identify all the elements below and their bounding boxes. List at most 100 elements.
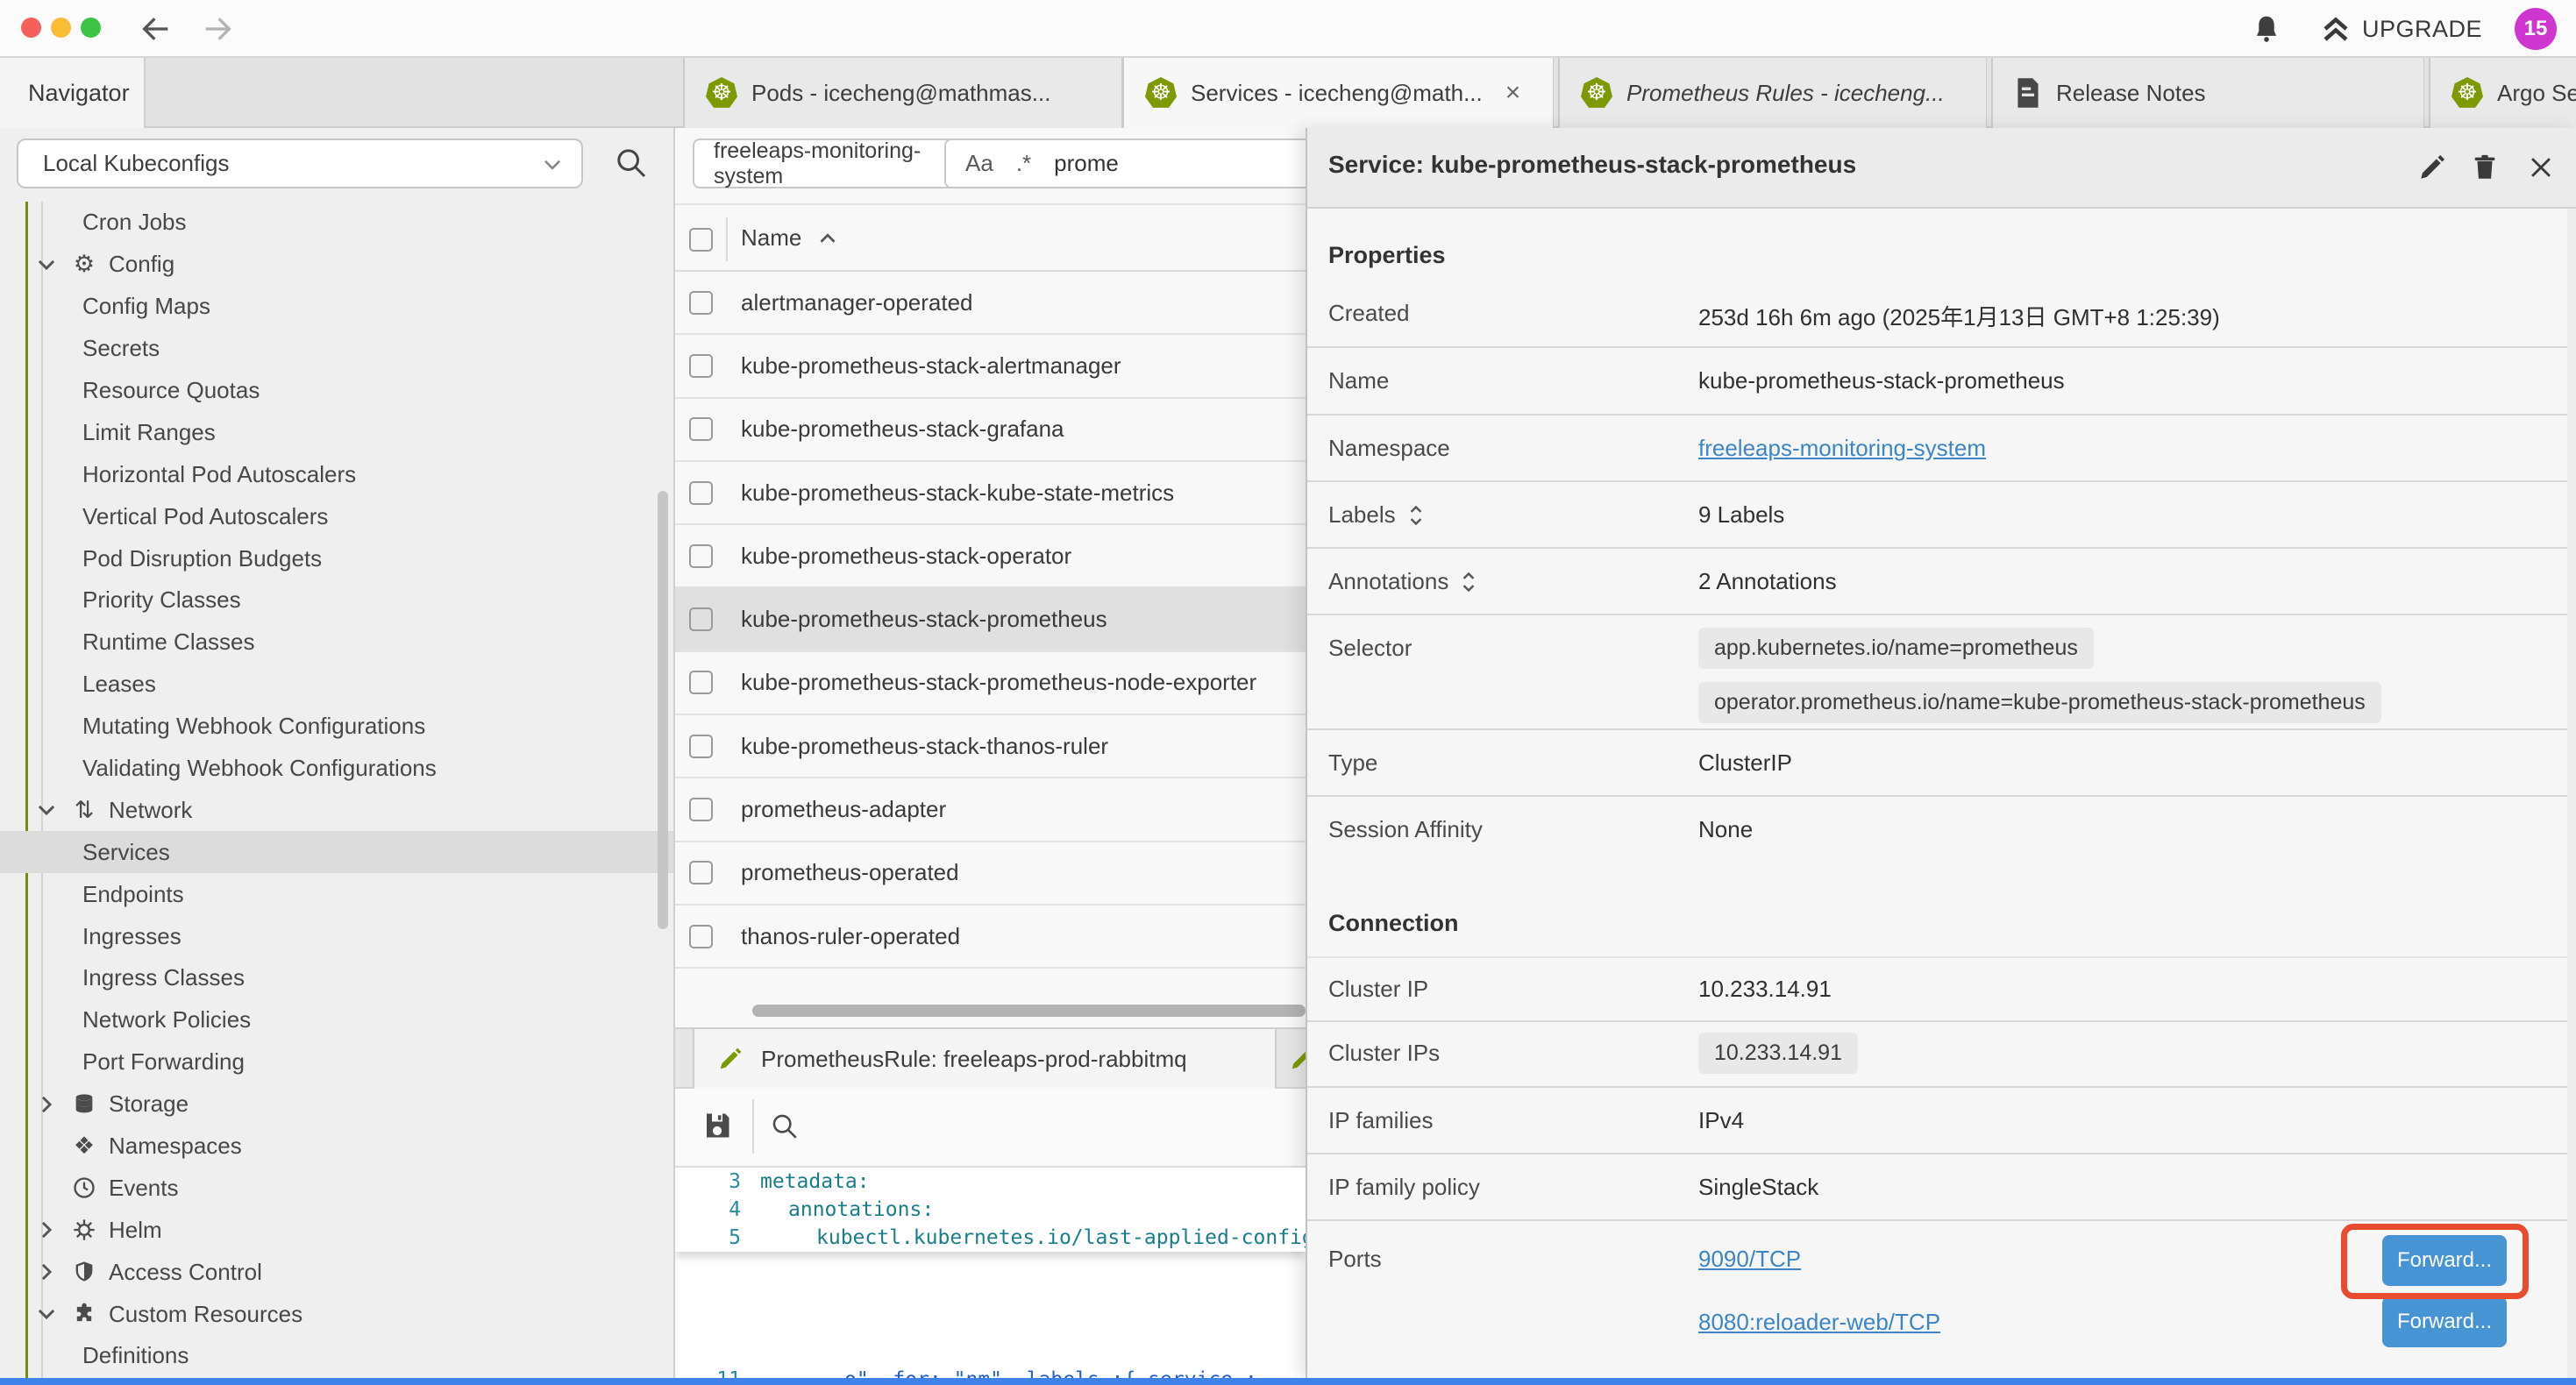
row-checkbox[interactable] bbox=[689, 481, 713, 505]
sidebar-group-helm[interactable]: Helm bbox=[0, 1209, 675, 1251]
sidebar-item-leases[interactable]: Leases bbox=[0, 664, 675, 706]
table-row[interactable]: kube-prometheus-stack-kube-state-metrics bbox=[675, 462, 1306, 525]
row-checkbox[interactable] bbox=[689, 671, 713, 694]
dock-tab-partial[interactable] bbox=[1278, 1029, 1306, 1089]
navigator-panel-tab[interactable]: Navigator bbox=[0, 58, 146, 128]
layers-icon: ❖ bbox=[68, 1133, 100, 1160]
forward-button-8080[interactable]: Forward... bbox=[2382, 1296, 2507, 1347]
row-checkbox[interactable] bbox=[689, 544, 713, 568]
sidebar-item-vertical-pod-autoscalers[interactable]: Vertical Pod Autoscalers bbox=[0, 495, 675, 537]
sidebar-scrollbar[interactable] bbox=[658, 491, 668, 929]
sidebar-group-network[interactable]: ⇅ Network bbox=[0, 789, 675, 831]
notification-count-badge[interactable]: 15 bbox=[2515, 8, 2557, 50]
sidebar-item-services[interactable]: Services bbox=[0, 831, 675, 873]
tab-services[interactable]: ☸ Services - icecheng@math... × bbox=[1122, 58, 1554, 128]
tab-prometheus-rules[interactable]: ☸ Prometheus Rules - icecheng... bbox=[1558, 58, 1987, 128]
sidebar-item-mutating-webhook-configurations[interactable]: Mutating Webhook Configurations bbox=[0, 706, 675, 748]
yaml-editor[interactable]: 11 o", for: "nm", labels :{ service : 12… bbox=[675, 1166, 1306, 1378]
details-scrollbar-track[interactable] bbox=[2567, 209, 2576, 1378]
sidebar-item-runtime-classes[interactable]: Runtime Classes bbox=[0, 621, 675, 664]
namespace-selector-value: freeleaps-monitoring-system bbox=[714, 138, 962, 189]
back-arrow-icon[interactable] bbox=[139, 11, 174, 46]
sidebar-item-limit-ranges[interactable]: Limit Ranges bbox=[0, 411, 675, 453]
editor-sticky-line: 3 metadata: bbox=[675, 1168, 1306, 1196]
namespace-link[interactable]: freeleaps-monitoring-system bbox=[1698, 435, 1986, 461]
sidebar-item-config-maps[interactable]: Config Maps bbox=[0, 286, 675, 328]
tab-release-notes[interactable]: Release Notes bbox=[1991, 58, 2424, 128]
sidebar-item-validating-webhook-configurations[interactable]: Validating Webhook Configurations bbox=[0, 748, 675, 790]
table-row[interactable]: alertmanager-operated bbox=[675, 272, 1306, 335]
kubeconfig-selector[interactable]: Local Kubeconfigs bbox=[17, 138, 583, 188]
sidebar-group-access-control[interactable]: Access Control bbox=[0, 1251, 675, 1293]
match-case-toggle[interactable]: Aa bbox=[965, 150, 993, 177]
regex-toggle[interactable]: .* bbox=[1016, 150, 1031, 177]
sidebar-item-ingresses[interactable]: Ingresses bbox=[0, 915, 675, 957]
sidebar-item-ingress-classes[interactable]: Ingress Classes bbox=[0, 957, 675, 999]
window-zoom-button[interactable] bbox=[81, 18, 101, 38]
unfold-icon[interactable] bbox=[1406, 502, 1426, 529]
row-checkbox[interactable] bbox=[689, 735, 713, 758]
chevron-right-icon bbox=[35, 1218, 58, 1241]
table-row[interactable]: kube-prometheus-stack-thanos-ruler bbox=[675, 715, 1306, 778]
table-row[interactable]: prometheus-operated bbox=[675, 842, 1306, 906]
select-all-checkbox[interactable] bbox=[689, 228, 713, 252]
search-icon[interactable] bbox=[614, 146, 649, 181]
sidebar-item-secrets[interactable]: Secrets bbox=[0, 328, 675, 370]
sidebar-group-custom-resources[interactable]: Custom Resources bbox=[0, 1293, 675, 1335]
window-minimize-button[interactable] bbox=[51, 18, 71, 38]
sidebar-item-resource-quotas[interactable]: Resource Quotas bbox=[0, 370, 675, 412]
forward-arrow-icon[interactable] bbox=[200, 11, 235, 46]
sidebar-item-port-forwarding[interactable]: Port Forwarding bbox=[0, 1041, 675, 1083]
search-icon[interactable] bbox=[770, 1112, 800, 1141]
table-row[interactable]: kube-prometheus-stack-grafana bbox=[675, 399, 1306, 462]
detail-row-session-affinity: Session Affinity None bbox=[1307, 797, 2576, 863]
sidebar-item-namespaces[interactable]: ❖ Namespaces bbox=[0, 1126, 675, 1168]
filter-input[interactable]: Aa .* prome bbox=[944, 138, 1306, 188]
trash-icon[interactable] bbox=[2470, 153, 2500, 182]
sidebar-item-cron-jobs[interactable]: Cron Jobs bbox=[0, 202, 675, 244]
row-checkbox[interactable] bbox=[689, 417, 713, 441]
chevron-down-icon bbox=[35, 253, 58, 276]
dock-tab-prometheusrule[interactable]: PrometheusRule: freeleaps-prod-rabbitmq bbox=[693, 1029, 1277, 1089]
sidebar-item-pod-disruption-budgets[interactable]: Pod Disruption Budgets bbox=[0, 537, 675, 579]
row-checkbox[interactable] bbox=[689, 861, 713, 884]
horizontal-scrollbar[interactable] bbox=[752, 1005, 1306, 1017]
tab-argo[interactable]: ☸ Argo Se bbox=[2429, 58, 2576, 128]
database-icon bbox=[68, 1092, 100, 1117]
sidebar-item-horizontal-pod-autoscalers[interactable]: Horizontal Pod Autoscalers bbox=[0, 453, 675, 495]
port-link-8080[interactable]: 8080:reloader-web/TCP bbox=[1698, 1309, 1940, 1335]
unfold-icon[interactable] bbox=[1459, 569, 1478, 595]
notifications-bell-icon[interactable] bbox=[2250, 12, 2283, 46]
sidebar-item-priority-classes[interactable]: Priority Classes bbox=[0, 579, 675, 621]
table-row-selected[interactable]: kube-prometheus-stack-prometheus bbox=[675, 588, 1306, 651]
sidebar-item-endpoints[interactable]: Endpoints bbox=[0, 873, 675, 915]
tab-pods[interactable]: ☸ Pods - icecheng@mathmas... bbox=[683, 58, 1122, 128]
row-checkbox[interactable] bbox=[689, 607, 713, 631]
table-row[interactable]: prometheus-adapter bbox=[675, 778, 1306, 842]
editor-toolbar bbox=[675, 1089, 1306, 1166]
edit-pencil-icon[interactable] bbox=[2417, 153, 2447, 182]
save-icon[interactable] bbox=[701, 1110, 733, 1141]
chevron-right-icon bbox=[35, 1093, 58, 1116]
window-close-button[interactable] bbox=[21, 18, 41, 38]
sidebar-item-network-policies[interactable]: Network Policies bbox=[0, 999, 675, 1041]
upgrade-button[interactable]: UPGRADE bbox=[2320, 11, 2482, 47]
row-checkbox[interactable] bbox=[689, 798, 713, 821]
close-icon[interactable] bbox=[2526, 153, 2556, 182]
puzzle-icon bbox=[68, 1302, 100, 1326]
row-checkbox[interactable] bbox=[689, 925, 713, 948]
detail-row-type: Type ClusterIP bbox=[1307, 730, 2576, 797]
tab-close-icon[interactable]: × bbox=[1505, 78, 1521, 108]
row-checkbox[interactable] bbox=[689, 291, 713, 315]
sidebar-group-config[interactable]: ⚙ Config bbox=[0, 244, 675, 286]
sidebar-item-events[interactable]: Events bbox=[0, 1167, 675, 1209]
table-row[interactable]: thanos-ruler-operated bbox=[675, 906, 1306, 969]
sidebar-group-storage[interactable]: Storage bbox=[0, 1083, 675, 1126]
table-row[interactable]: kube-prometheus-stack-alertmanager bbox=[675, 335, 1306, 398]
table-row[interactable]: kube-prometheus-stack-prometheus-node-ex… bbox=[675, 652, 1306, 715]
table-row[interactable]: kube-prometheus-stack-operator bbox=[675, 525, 1306, 588]
sidebar-item-definitions[interactable]: Definitions bbox=[0, 1335, 675, 1377]
column-header-name[interactable]: Name bbox=[741, 224, 838, 252]
row-checkbox[interactable] bbox=[689, 354, 713, 378]
port-link-9090[interactable]: 9090/TCP bbox=[1698, 1246, 1801, 1272]
